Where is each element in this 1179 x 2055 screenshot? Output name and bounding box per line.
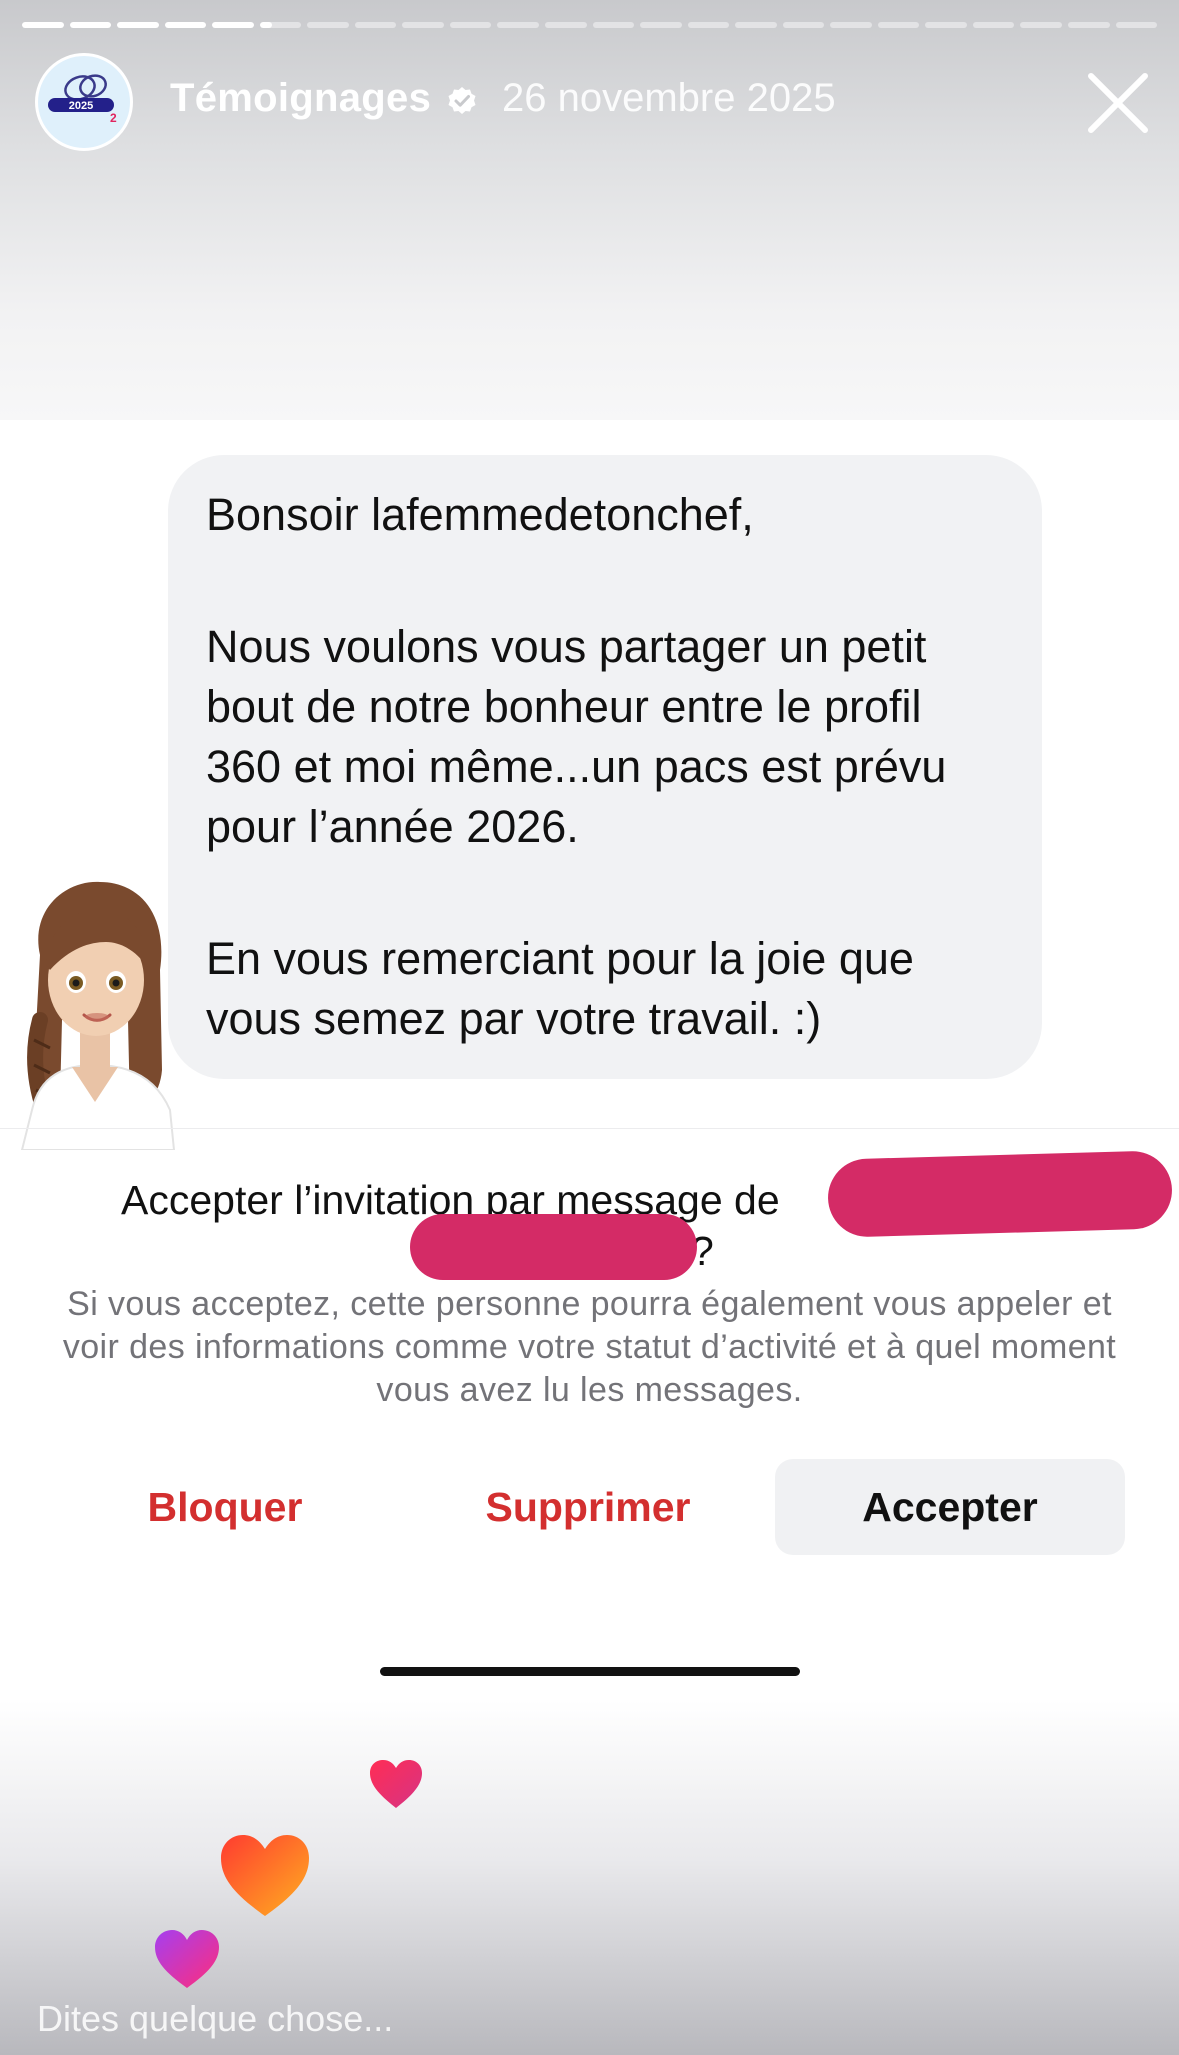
story-progress-fill (259, 22, 273, 28)
block-button[interactable]: Bloquer (120, 1459, 330, 1555)
story-progress-segment (212, 22, 254, 28)
story-progress-segment (972, 22, 1015, 28)
story-background-top (0, 0, 1179, 420)
story-progress-fill (117, 22, 159, 28)
story-progress-segment (307, 22, 349, 28)
verified-badge-icon (448, 87, 476, 114)
message-paragraph-1: Nous voulons vous partager un petit bout… (206, 621, 947, 852)
story-progress-segment (402, 22, 444, 28)
home-indicator (380, 1667, 800, 1676)
message-bubble: Bonsoir lafemmedetonchef, Nous voulons v… (168, 455, 1042, 1079)
story-progress-segment (640, 22, 682, 28)
story-progress-fill (69, 22, 112, 28)
heart-reaction-icon-orange (221, 1835, 309, 1916)
story-progress-segment (830, 22, 872, 28)
story-progress-segment (259, 22, 302, 28)
sender-avatar-emoji (20, 881, 176, 1150)
message-greeting: Bonsoir lafemmedetonchef, (206, 489, 754, 540)
invitation-info-text: Si vous acceptez, cette personne pourra … (62, 1285, 1117, 1409)
story-progress-fill (164, 22, 207, 28)
story-progress-segment (69, 22, 112, 28)
close-icon[interactable] (1085, 70, 1151, 136)
story-progress-segment (592, 22, 635, 28)
svg-text:2: 2 (110, 111, 117, 125)
heart-reaction-icon-pink (370, 1760, 422, 1808)
story-progress-segment (497, 22, 540, 28)
story-progress-segment (164, 22, 207, 28)
story-progress-segment (877, 22, 920, 28)
story-progress-segment (687, 22, 730, 28)
story-progress-bar (22, 22, 1158, 28)
story-progress-segment (449, 22, 492, 28)
redacted-username-mark-2 (410, 1214, 697, 1280)
story-progress-segment (925, 22, 967, 28)
story-progress-segment (782, 22, 825, 28)
story-progress-segment (354, 22, 397, 28)
divider (0, 1128, 1179, 1129)
delete-button[interactable]: Supprimer (468, 1459, 708, 1555)
account-avatar[interactable]: 2025 2 (35, 53, 133, 151)
story-progress-segment (735, 22, 777, 28)
avatar-year-text: 2025 (69, 100, 93, 112)
reply-input[interactable]: Dites quelque chose... (37, 1998, 737, 2048)
story-progress-segment (22, 22, 64, 28)
story-viewer: 2025 2 Témoignages 26 novembre 2025 Bons… (0, 0, 1179, 2055)
redacted-username-mark (826, 1150, 1174, 1238)
message-paragraph-2: En vous remerciant pour la joie que vous… (206, 933, 914, 1044)
story-progress-segment (117, 22, 159, 28)
account-name[interactable]: Témoignages (170, 76, 431, 121)
heart-reaction-icon-purple (155, 1930, 219, 1988)
story-progress-segment (1068, 22, 1110, 28)
story-progress-segment (1115, 22, 1158, 28)
story-progress-fill (22, 22, 64, 28)
story-progress-fill (212, 22, 254, 28)
story-progress-segment (1020, 22, 1063, 28)
story-date: 26 novembre 2025 (502, 76, 836, 120)
accept-button[interactable]: Accepter (775, 1459, 1125, 1555)
story-progress-segment (545, 22, 587, 28)
